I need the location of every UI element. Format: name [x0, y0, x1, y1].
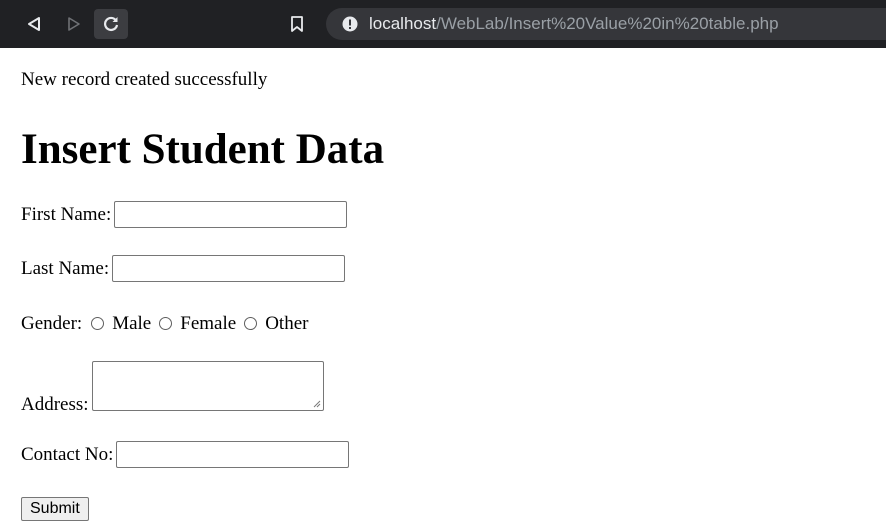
bookmark-icon: [291, 16, 303, 32]
forward-button[interactable]: [64, 9, 84, 39]
contact-label: Contact No:: [21, 443, 114, 465]
address-textarea[interactable]: [91, 361, 324, 411]
gender-radio-female[interactable]: [159, 317, 173, 330]
url-path: /WebLab/Insert%20Value%20in%20table.php: [436, 14, 779, 33]
forward-arrow-icon: [68, 17, 80, 31]
back-arrow-icon: [28, 17, 40, 31]
info-icon[interactable]: [342, 16, 358, 32]
page-title: Insert Student Data: [21, 126, 385, 173]
last-name-label: Last Name:: [21, 257, 110, 279]
url-text: localhost/WebLab/Insert%20Value%20in%20t…: [369, 14, 779, 34]
gender-row: Gender: Male Female Other: [21, 310, 310, 337]
resize-grip-icon: [313, 400, 320, 408]
contact-row: Contact No:: [21, 441, 350, 468]
browser-toolbar: localhost/WebLab/Insert%20Value%20in%20t…: [0, 0, 886, 48]
reload-button[interactable]: [94, 9, 128, 39]
last-name-row: Last Name:: [21, 255, 346, 282]
bookmark-button[interactable]: [283, 10, 311, 38]
status-message: New record created successfully: [21, 69, 268, 90]
first-name-row: First Name:: [21, 201, 348, 228]
gender-label: Gender:: [21, 312, 83, 334]
address-label: Address:: [21, 394, 89, 415]
first-name-label: First Name:: [21, 203, 112, 225]
address-bar[interactable]: localhost/WebLab/Insert%20Value%20in%20t…: [326, 8, 886, 40]
url-host: localhost: [369, 14, 437, 33]
first-name-input[interactable]: [114, 201, 348, 228]
gender-option-male: Male: [112, 312, 152, 334]
submit-button[interactable]: Submit: [21, 497, 89, 521]
gender-option-other: Other: [265, 312, 309, 334]
gender-radio-male[interactable]: [91, 317, 105, 330]
address-row: Address:: [21, 361, 324, 415]
gender-option-female: Female: [180, 312, 237, 334]
gender-radio-other[interactable]: [244, 317, 258, 330]
last-name-input[interactable]: [112, 255, 346, 282]
reload-icon: [104, 16, 119, 32]
back-button[interactable]: [24, 9, 44, 39]
contact-input[interactable]: [116, 441, 350, 468]
